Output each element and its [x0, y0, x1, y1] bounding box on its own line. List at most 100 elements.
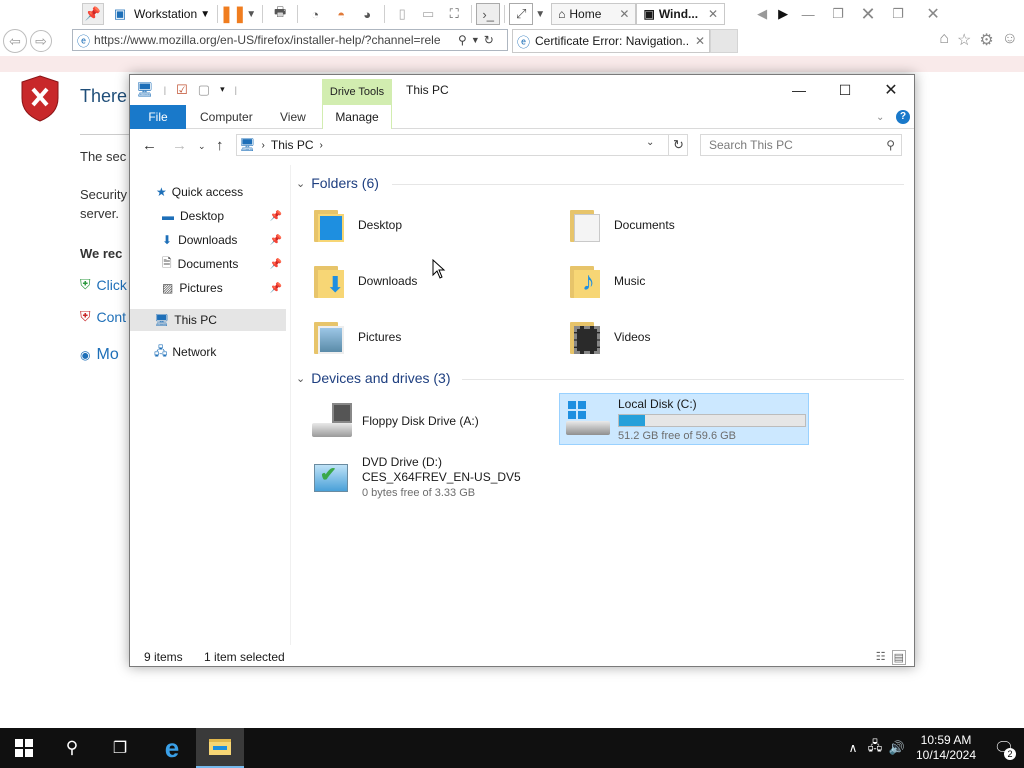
pin-icon[interactable]: 📌: [270, 259, 282, 270]
ie-taskbar-icon[interactable]: e: [148, 728, 196, 768]
tab-scroll-right-icon[interactable]: ▶: [773, 3, 793, 25]
browser-tab[interactable]: ⓔ Certificate Error: Navigation... ✕: [512, 29, 710, 53]
fullscreen-icon[interactable]: ⛶: [441, 3, 467, 25]
pause-icon[interactable]: ❚❚: [220, 3, 247, 25]
close-icon[interactable]: ✕: [913, 3, 953, 25]
nav-item-network[interactable]: 🖧 Network: [130, 341, 286, 363]
folder-music[interactable]: ♪ Music: [568, 257, 808, 305]
search-input[interactable]: Search This PC ⚲: [700, 134, 902, 156]
up-arrow-icon[interactable]: ↑: [216, 137, 224, 154]
help-icon[interactable]: ?: [896, 105, 910, 129]
chevron-right-icon[interactable]: ›: [320, 140, 323, 151]
favorites-star-icon[interactable]: ☆: [957, 30, 971, 50]
chevron-up-icon[interactable]: ∧: [842, 741, 864, 755]
clock[interactable]: 10:59 AM 10/14/2024: [908, 733, 984, 763]
tab-file[interactable]: File: [130, 105, 186, 129]
chevron-down-icon[interactable]: ⌄: [646, 137, 654, 148]
folder-pictures[interactable]: Pictures: [312, 313, 552, 361]
page-link-close[interactable]: ⛨ Click: [80, 276, 127, 293]
drive-floppy[interactable]: Floppy Disk Drive (A:): [310, 399, 540, 443]
restore-icon[interactable]: ❐: [823, 3, 853, 25]
close-icon[interactable]: ✕: [695, 34, 705, 48]
sidebar-toggle-icon[interactable]: ▯: [389, 3, 415, 25]
nav-item-documents[interactable]: 🗎 Documents 📌: [130, 253, 286, 275]
nav-item-downloads[interactable]: ⬇ Downloads 📌: [130, 229, 286, 251]
forward-arrow-icon[interactable]: →: [172, 137, 187, 154]
nav-item-desktop[interactable]: ▬ Desktop 📌: [130, 205, 286, 227]
home-icon[interactable]: ⌂: [939, 30, 949, 50]
machine-dropdown-icon[interactable]: ▼: [197, 3, 213, 25]
dropdown-icon[interactable]: ▼: [471, 35, 480, 45]
stretch-icon[interactable]: ⤢: [509, 3, 534, 25]
minimize-icon[interactable]: —: [793, 3, 823, 25]
tab-view[interactable]: View: [280, 105, 306, 129]
file-explorer-taskbar-icon[interactable]: [196, 728, 244, 768]
pin-icon[interactable]: 📌: [270, 211, 282, 222]
address-path[interactable]: 🖥 › This PC ›: [236, 134, 688, 156]
action-center-button[interactable]: 🗨 2: [984, 728, 1024, 768]
snapshot-manager-icon[interactable]: ◕: [354, 3, 380, 25]
vm-tab-home[interactable]: ⌂ Home ✕: [551, 3, 637, 25]
folder-desktop[interactable]: Desktop: [312, 201, 552, 249]
speaker-icon[interactable]: 🔊: [886, 740, 908, 756]
drive-local-c[interactable]: Local Disk (C:) 51.2 GB free of 59.6 GB: [559, 393, 809, 445]
pin-icon[interactable]: 📌: [82, 3, 104, 25]
close-icon[interactable]: ✕: [708, 7, 718, 21]
pin-icon[interactable]: 📌: [270, 283, 282, 294]
properties-icon[interactable]: ☑: [176, 82, 188, 98]
machine-name[interactable]: Workstation: [134, 3, 197, 25]
chevron-down-icon[interactable]: ▾: [220, 84, 225, 95]
address-bar[interactable]: ⓔ https://www.mozilla.org/en-US/firefox/…: [72, 29, 508, 51]
smiley-icon[interactable]: ☺: [1002, 30, 1018, 50]
recent-locations-icon[interactable]: ⌄: [198, 141, 206, 152]
minimize-button[interactable]: —: [776, 79, 822, 101]
refresh-icon[interactable]: ↻: [484, 33, 494, 47]
search-icon[interactable]: ⚲: [48, 728, 96, 768]
new-folder-icon[interactable]: ▢: [198, 82, 210, 98]
folder-videos[interactable]: Videos: [568, 313, 808, 361]
stretch-dropdown-icon[interactable]: ▼: [533, 3, 547, 25]
tab-scroll-left-icon[interactable]: ◀: [751, 3, 773, 25]
details-view-icon[interactable]: ☷: [876, 650, 886, 665]
tab-computer[interactable]: Computer: [200, 105, 253, 129]
forward-button[interactable]: ⇨: [30, 30, 52, 52]
pictures-folder-icon: [312, 318, 350, 356]
devices-group-header[interactable]: ⌄ Devices and drives (3): [296, 370, 451, 386]
pause-dropdown-icon[interactable]: ▼: [244, 3, 258, 25]
back-button[interactable]: ⇦: [3, 29, 27, 53]
network-icon[interactable]: 🖧: [864, 737, 886, 759]
nav-label: Documents: [177, 257, 239, 271]
folder-documents[interactable]: Documents: [568, 201, 808, 249]
nav-item-quick-access[interactable]: ★ Quick access: [130, 181, 286, 203]
close-button[interactable]: ✕: [868, 79, 914, 101]
nav-item-pictures[interactable]: ▨ Pictures 📌: [130, 277, 286, 299]
refresh-button[interactable]: ↻: [668, 134, 688, 156]
large-icons-view-icon[interactable]: ▤: [891, 650, 906, 665]
send-keys-icon[interactable]: 🖶: [267, 3, 293, 25]
gear-icon[interactable]: ⚙: [979, 30, 993, 50]
back-arrow-icon[interactable]: ←: [142, 137, 157, 154]
tab-manage[interactable]: Manage: [322, 105, 392, 129]
task-view-icon[interactable]: ❐: [96, 728, 144, 768]
close-window-icon[interactable]: ✕: [853, 3, 883, 25]
close-icon[interactable]: ✕: [619, 7, 629, 21]
maximize-button[interactable]: ☐: [822, 79, 868, 101]
thumbnail-icon[interactable]: ▭: [415, 3, 441, 25]
page-link-continue[interactable]: ⛨ Cont: [80, 308, 126, 325]
search-icon[interactable]: ⚲: [458, 33, 467, 47]
expand-ribbon-icon[interactable]: ⌄: [876, 105, 884, 129]
breadcrumb-this-pc[interactable]: This PC: [271, 138, 314, 152]
snapshot-icon[interactable]: ◔: [302, 3, 328, 25]
vm-tab-active[interactable]: ▣ Wind... ✕: [636, 3, 726, 25]
restore-icon[interactable]: ❐: [883, 3, 913, 25]
pin-icon[interactable]: 📌: [270, 235, 282, 246]
page-more-info[interactable]: ◉ Mo: [80, 346, 119, 364]
console-icon[interactable]: ›_: [476, 3, 501, 25]
nav-item-this-pc[interactable]: 🖥 This PC: [130, 309, 286, 331]
drive-dvd-d[interactable]: ✔ DVD Drive (D:) CES_X64FREV_EN-US_DV5 0…: [310, 453, 570, 503]
search-icon[interactable]: ⚲: [886, 138, 895, 152]
start-button[interactable]: [0, 728, 48, 768]
revert-snapshot-icon[interactable]: ◓: [328, 3, 354, 25]
folders-group-header[interactable]: ⌄ Folders (6): [296, 175, 379, 191]
new-tab-button[interactable]: [710, 29, 738, 53]
